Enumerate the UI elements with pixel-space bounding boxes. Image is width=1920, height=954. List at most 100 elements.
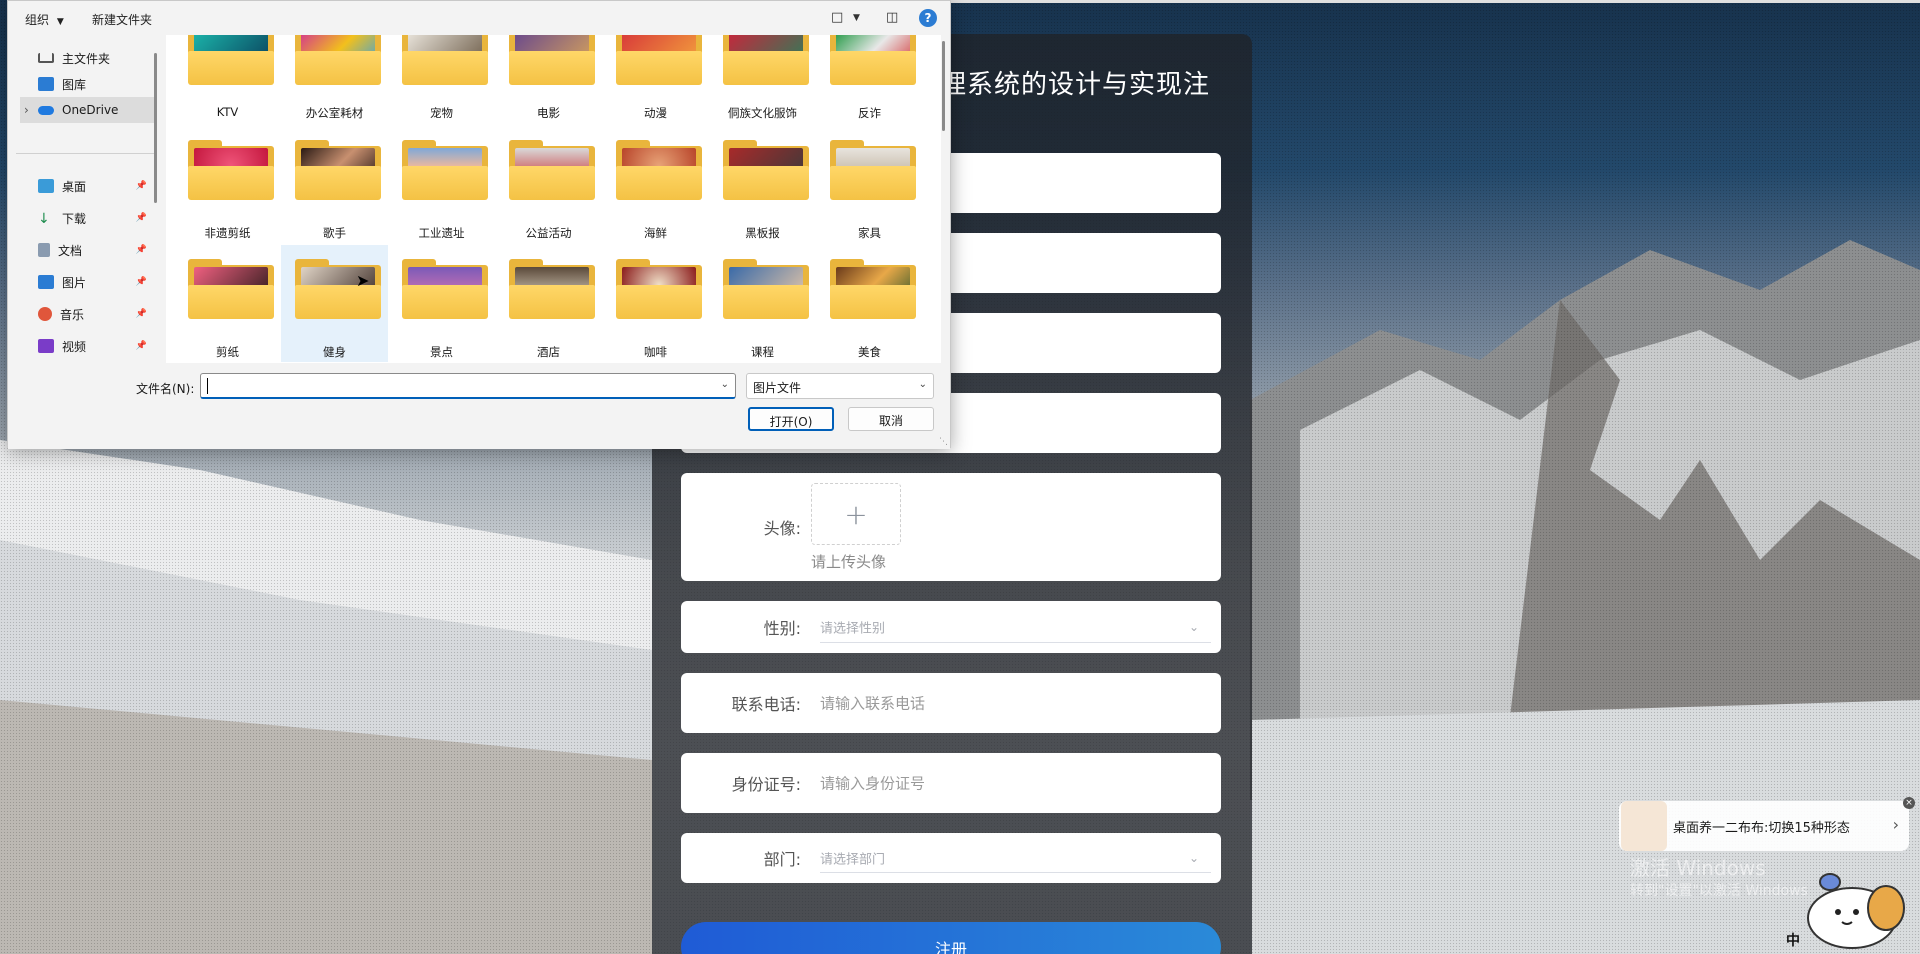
folder-name: 非遗剪纸	[204, 226, 251, 240]
nav-item-music[interactable]: 音乐 📌	[38, 301, 153, 327]
filetype-select[interactable]: 图片文件 ⌄	[746, 373, 934, 399]
new-folder-button[interactable]: 新建文件夹	[92, 11, 152, 28]
help-icon[interactable]: ?	[919, 9, 937, 27]
folder-name: KTV	[216, 105, 239, 119]
pin-icon[interactable]: 📌	[136, 277, 147, 287]
filename-input[interactable]: ⌄	[200, 373, 736, 399]
department-select[interactable]: 请选择部门	[820, 849, 885, 868]
nav-item-home[interactable]: 主文件夹	[38, 45, 153, 71]
folder-icon	[616, 35, 702, 85]
pin-icon[interactable]: 📌	[136, 213, 147, 223]
select-underline	[820, 642, 1211, 643]
open-button[interactable]: 打开(O)	[748, 407, 834, 431]
folder-icon	[509, 259, 595, 319]
id-card-label: 身份证号:	[731, 775, 801, 794]
folder-item[interactable]: 侗族文化服饰	[709, 35, 816, 122]
folder-icon	[616, 259, 702, 319]
desktop-icon	[38, 179, 54, 193]
cloud-icon	[38, 105, 54, 115]
folder-item[interactable]: 动漫	[602, 35, 709, 122]
gender-field[interactable]: 性别: 请选择性别 ⌄	[681, 601, 1221, 653]
resize-grip-icon[interactable]: ⋱	[939, 437, 948, 447]
department-label: 部门:	[763, 850, 801, 869]
content-scrollbar[interactable]	[942, 41, 945, 131]
folder-item[interactable]: 剪纸	[174, 245, 281, 362]
folder-item-selected[interactable]: 健身	[281, 245, 388, 362]
nav-item-desktop[interactable]: 桌面 📌	[38, 173, 153, 199]
folder-item[interactable]: 工业遗址	[388, 132, 495, 249]
nav-item-pictures[interactable]: 图片 📌	[38, 269, 153, 295]
activation-watermark-title: 激活 Windows	[1630, 856, 1766, 880]
folder-name: 反诈	[858, 106, 881, 120]
folder-icon	[188, 35, 274, 85]
nav-item-onedrive[interactable]: › OneDrive	[20, 97, 156, 123]
folder-item[interactable]: 歌手	[281, 132, 388, 249]
activation-watermark-subtitle: 转到"设置"以激活 Windows	[1630, 883, 1808, 899]
nav-item-label: 视频	[62, 339, 87, 354]
folder-item[interactable]: 公益活动	[495, 132, 602, 249]
folder-name: 剪纸	[216, 345, 239, 359]
folder-item[interactable]: 酒店	[495, 245, 602, 362]
folder-item[interactable]: 非遗剪纸	[174, 132, 281, 249]
nav-item-label: 下载	[62, 211, 87, 226]
chevron-right-icon[interactable]: ›	[24, 103, 29, 117]
folder-item[interactable]: 课程	[709, 245, 816, 362]
folder-name: 酒店	[537, 345, 560, 359]
phone-input[interactable]: 请输入联系电话	[820, 693, 925, 714]
view-icon[interactable]: □	[831, 10, 843, 25]
pin-icon[interactable]: 📌	[136, 245, 147, 255]
folder-item[interactable]: 景点	[388, 245, 495, 362]
nav-scrollbar[interactable]	[154, 53, 157, 203]
ime-indicator[interactable]: 中	[1786, 930, 1800, 950]
id-card-input[interactable]: 请输入身份证号	[820, 773, 925, 794]
folder-item[interactable]: 海鲜	[602, 132, 709, 249]
folder-item[interactable]: 宠物	[388, 35, 495, 122]
phone-field[interactable]: 联系电话: 请输入联系电话	[681, 673, 1221, 733]
folder-item[interactable]: KTV	[174, 35, 281, 122]
folder-item[interactable]: 美食	[816, 245, 923, 362]
folder-item[interactable]: 家具	[816, 132, 923, 249]
chevron-down-icon: ⌄	[918, 379, 927, 390]
pin-icon[interactable]: 📌	[136, 341, 147, 351]
organize-button[interactable]: 组织 ▼	[25, 11, 64, 28]
nav-item-videos[interactable]: 视频 📌	[38, 333, 153, 359]
phone-label: 联系电话:	[731, 695, 801, 714]
nav-divider	[16, 153, 156, 154]
register-button[interactable]: 注册	[681, 922, 1221, 954]
organize-label: 组织	[25, 13, 50, 27]
preview-pane-icon[interactable]: ◫	[886, 10, 898, 25]
close-icon[interactable]: ×	[1903, 797, 1915, 809]
caret-down-icon[interactable]: ▼	[853, 13, 860, 23]
desktop-pet-mascot[interactable]	[1790, 860, 1910, 950]
id-card-field[interactable]: 身份证号: 请输入身份证号	[681, 753, 1221, 813]
nav-item-gallery[interactable]: 图库	[38, 71, 153, 97]
avatar-label: 头像:	[763, 519, 801, 538]
nav-item-label: 图片	[62, 275, 87, 290]
gender-select[interactable]: 请选择性别	[820, 618, 885, 637]
folder-item[interactable]: 黑板报	[709, 132, 816, 249]
folder-item[interactable]: 电影	[495, 35, 602, 122]
folder-item[interactable]: 办公室耗材	[281, 35, 388, 122]
nav-item-documents[interactable]: 文档 📌	[38, 237, 153, 263]
nav-item-label: OneDrive	[62, 103, 119, 117]
folder-icon	[723, 35, 809, 85]
avatar-upload-button[interactable]: +	[811, 483, 901, 545]
folder-item[interactable]: 咖啡	[602, 245, 709, 362]
folder-name: 歌手	[323, 226, 346, 240]
folder-icon	[188, 259, 274, 319]
folder-icon	[723, 140, 809, 200]
nav-item-downloads[interactable]: ↓ 下载 📌	[38, 205, 153, 231]
pin-icon[interactable]: 📌	[136, 309, 147, 319]
text-caret	[207, 378, 208, 394]
chevron-down-icon: ⌄	[1188, 851, 1199, 865]
nav-item-label: 主文件夹	[62, 51, 111, 66]
desktop-pet-notification[interactable]: 桌面养一二布布:切换15种形态 ›	[1619, 801, 1909, 851]
folder-item[interactable]: 反诈	[816, 35, 923, 122]
department-field[interactable]: 部门: 请选择部门 ⌄	[681, 833, 1221, 883]
cancel-button[interactable]: 取消	[848, 407, 934, 431]
chevron-down-icon[interactable]: ⌄	[721, 379, 729, 390]
folder-name: 美食	[858, 345, 881, 359]
avatar-field: 头像: + 请上传头像	[681, 473, 1221, 581]
chevron-right-icon[interactable]: ›	[1893, 815, 1899, 834]
pin-icon[interactable]: 📌	[136, 181, 147, 191]
